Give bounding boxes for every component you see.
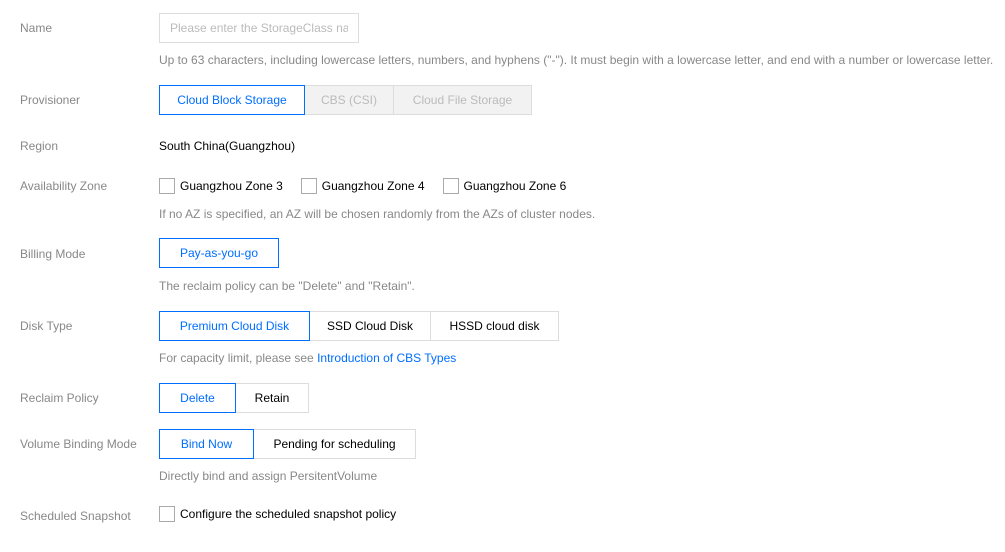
scheduled-snapshot-checkbox-label: Configure the scheduled snapshot policy xyxy=(180,507,397,521)
az-checkbox-label: Guangzhou Zone 3 xyxy=(180,179,283,193)
scheduled-snapshot-checkbox[interactable]: Configure the scheduled snapshot policy xyxy=(159,506,396,522)
availability-zone-options: Guangzhou Zone 3 Guangzhou Zone 4 Guangz… xyxy=(159,178,584,194)
disk-type-selector: Premium Cloud Disk SSD Cloud Disk HSSD c… xyxy=(159,311,559,341)
checkbox-box[interactable] xyxy=(159,506,175,522)
cbs-types-link[interactable]: Introduction of CBS Types xyxy=(317,351,456,365)
region-label: Region xyxy=(20,139,59,153)
name-help: Up to 63 characters, including lowercase… xyxy=(159,53,994,67)
billing-option-pay-as-you-go[interactable]: Pay-as-you-go xyxy=(159,238,279,268)
scheduled-snapshot-control: Configure the scheduled snapshot policy xyxy=(159,506,414,522)
binding-option-bind-now[interactable]: Bind Now xyxy=(159,429,254,459)
provisioner-selector: Cloud Block Storage CBS (CSI) Cloud File… xyxy=(159,85,532,115)
az-checkbox-label: Guangzhou Zone 4 xyxy=(321,179,425,193)
reclaim-policy-selector: Delete Retain xyxy=(159,383,309,413)
checkbox-box[interactable] xyxy=(159,178,175,194)
availability-zone-label: Availability Zone xyxy=(20,179,108,193)
scheduled-snapshot-label: Scheduled Snapshot xyxy=(20,509,131,523)
provisioner-option-cloud-file-storage: Cloud File Storage xyxy=(393,85,532,115)
billing-mode-label: Billing Mode xyxy=(20,247,86,261)
disk-type-option-hssd[interactable]: HSSD cloud disk xyxy=(430,311,559,341)
name-label: Name xyxy=(20,21,53,35)
disk-type-label: Disk Type xyxy=(20,319,73,333)
reclaim-option-retain[interactable]: Retain xyxy=(235,383,309,413)
region-value: South China(Guangzhou) xyxy=(159,139,296,153)
disk-type-option-premium[interactable]: Premium Cloud Disk xyxy=(159,311,310,341)
volume-binding-mode-label: Volume Binding Mode xyxy=(20,437,137,451)
az-checkbox-zone-4[interactable]: Guangzhou Zone 4 xyxy=(300,178,425,194)
availability-zone-help: If no AZ is specified, an AZ will be cho… xyxy=(159,207,596,221)
disk-type-help-text: For capacity limit, please see xyxy=(159,351,318,365)
az-checkbox-zone-6[interactable]: Guangzhou Zone 6 xyxy=(442,178,567,194)
checkbox-box[interactable] xyxy=(300,178,317,194)
az-checkbox-zone-3[interactable]: Guangzhou Zone 3 xyxy=(159,178,283,194)
reclaim-option-delete[interactable]: Delete xyxy=(159,383,236,413)
provisioner-label: Provisioner xyxy=(20,93,81,107)
billing-mode-selector: Pay-as-you-go xyxy=(159,238,279,268)
volume-binding-mode-help: Directly bind and assign PersitentVolume xyxy=(159,469,378,483)
provisioner-option-cbs-csi: CBS (CSI) xyxy=(304,85,394,115)
disk-type-option-ssd[interactable]: SSD Cloud Disk xyxy=(309,311,431,341)
provisioner-option-cloud-block-storage[interactable]: Cloud Block Storage xyxy=(159,85,305,115)
checkbox-box[interactable] xyxy=(442,178,459,194)
billing-mode-help: The reclaim policy can be "Delete" and "… xyxy=(159,279,415,293)
binding-option-pending[interactable]: Pending for scheduling xyxy=(253,429,416,459)
disk-type-help: For capacity limit, please see Introduct… xyxy=(159,351,456,365)
az-checkbox-label: Guangzhou Zone 6 xyxy=(463,179,567,193)
name-input[interactable] xyxy=(159,13,359,43)
reclaim-policy-label: Reclaim Policy xyxy=(20,391,99,405)
volume-binding-mode-selector: Bind Now Pending for scheduling xyxy=(159,429,416,459)
